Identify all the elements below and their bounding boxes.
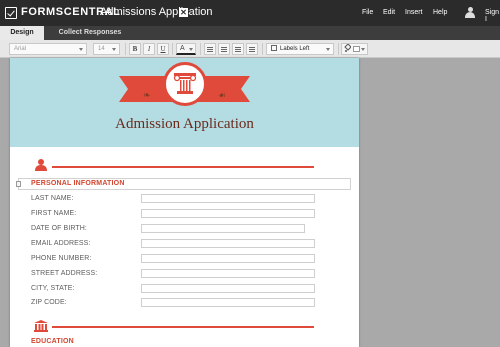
fill-color-swatch <box>353 46 360 52</box>
field-label-street: STREET ADDRESS: <box>31 270 98 277</box>
text-color-icon: A <box>180 45 185 52</box>
tab-bar: Design Collect Responses Online <box>0 26 500 50</box>
toolbar-divider <box>172 43 173 55</box>
align-center-icon <box>221 47 227 52</box>
formatting-toolbar: Arial 14 B I U A Labels Left <box>0 40 500 58</box>
chevron-down-icon <box>189 48 193 51</box>
laurel-left-icon: ❧ <box>143 90 151 100</box>
first-name-input[interactable] <box>141 209 315 218</box>
align-center-button[interactable] <box>218 43 230 55</box>
laurel-right-icon: ☙ <box>218 90 227 100</box>
email-input[interactable] <box>141 239 315 248</box>
title-bar: FORMSCENTRAL Admissions Application ✕ Fi… <box>0 0 500 26</box>
labels-position-select[interactable]: Labels Left <box>266 43 334 55</box>
last-name-input[interactable] <box>141 194 315 203</box>
field-label-email: EMAIL ADDRESS: <box>31 240 91 247</box>
section-divider <box>52 326 314 328</box>
zip-code-input[interactable] <box>141 298 315 307</box>
sign-in-link[interactable]: Sign I <box>485 9 500 23</box>
bold-button[interactable]: B <box>129 43 141 55</box>
field-label-city-state: CITY, STATE: <box>31 285 75 292</box>
font-size-select[interactable]: 14 <box>93 43 120 55</box>
tab-collect-responses[interactable]: Collect Responses Online <box>48 26 132 50</box>
labels-layout-icon <box>271 45 277 51</box>
align-left-button[interactable] <box>204 43 216 55</box>
align-right-button[interactable] <box>232 43 244 55</box>
section-divider <box>52 166 314 168</box>
section-title-personal: PERSONAL INFORMATION <box>31 180 125 187</box>
fill-color-button[interactable] <box>341 43 368 55</box>
city-state-input[interactable] <box>141 284 315 293</box>
close-document-icon[interactable]: ✕ <box>179 8 188 17</box>
section-title-education: EDUCATION <box>31 338 74 345</box>
toolbar-divider <box>125 43 126 55</box>
date-of-birth-input[interactable] <box>141 224 305 233</box>
tab-design[interactable]: Design <box>0 26 44 40</box>
align-justify-button[interactable] <box>246 43 258 55</box>
chevron-down-icon <box>326 48 330 51</box>
align-justify-icon <box>249 47 255 52</box>
underline-button[interactable]: U <box>157 43 169 55</box>
menu-edit[interactable]: Edit <box>383 9 395 16</box>
formscentral-logo-icon <box>5 7 17 19</box>
align-right-icon <box>235 47 241 52</box>
column-emblem-icon <box>163 62 207 106</box>
person-icon <box>35 159 47 171</box>
chevron-down-icon <box>79 48 83 51</box>
align-left-icon <box>207 47 213 52</box>
user-icon[interactable] <box>465 7 475 18</box>
street-address-input[interactable] <box>141 269 315 278</box>
menu-file[interactable]: File <box>362 9 373 16</box>
document-title: Admissions Application <box>100 6 213 18</box>
field-label-last-name: LAST NAME: <box>31 195 74 202</box>
font-size-value: 14 <box>98 46 105 52</box>
field-label-date-of-birth: DATE OF BIRTH: <box>31 225 87 232</box>
field-label-first-name: FIRST NAME: <box>31 210 77 217</box>
font-family-value: Arial <box>14 46 27 52</box>
phone-input[interactable] <box>141 254 315 263</box>
italic-button[interactable]: I <box>143 43 155 55</box>
menu-insert[interactable]: Insert <box>405 9 423 16</box>
font-family-select[interactable]: Arial <box>9 43 87 55</box>
labels-position-value: Labels Left <box>280 46 310 52</box>
toolbar-divider <box>262 43 263 55</box>
toolbar-divider <box>200 43 201 55</box>
drag-handle-icon[interactable] <box>16 181 21 187</box>
chevron-down-icon <box>112 48 116 51</box>
toolbar-divider <box>338 43 339 55</box>
form-header: ❧ ☙ Admission Application <box>10 58 359 147</box>
text-color-button[interactable]: A <box>176 43 196 55</box>
field-label-phone: PHONE NUMBER: <box>31 255 92 262</box>
form-page: ❧ ☙ Admission Application PERSONAL INFOR… <box>10 58 359 347</box>
chevron-down-icon <box>361 48 365 51</box>
field-label-zip: ZIP CODE: <box>31 299 67 306</box>
building-icon <box>34 320 48 332</box>
form-title: Admission Application <box>115 116 254 132</box>
menu-help[interactable]: Help <box>433 9 447 16</box>
paint-bucket-icon <box>344 43 352 52</box>
